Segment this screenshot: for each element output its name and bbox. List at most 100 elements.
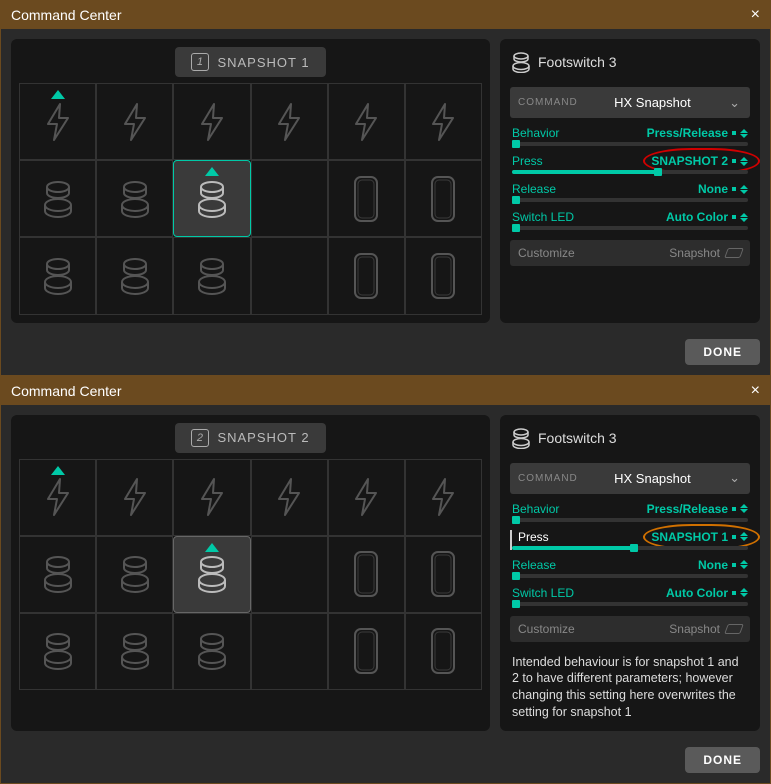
slider[interactable] — [512, 226, 748, 230]
instant-cmd-1[interactable] — [19, 83, 96, 160]
param-press[interactable]: Press SNAPSHOT 1 — [510, 530, 750, 550]
slider[interactable] — [512, 546, 748, 550]
customize-row[interactable]: Customize Snapshot — [510, 616, 750, 642]
slider[interactable] — [512, 142, 748, 146]
instant-cmd-4[interactable] — [251, 83, 328, 160]
slider[interactable] — [512, 574, 748, 578]
footswitch-7[interactable] — [19, 237, 96, 314]
footswitch-1[interactable] — [19, 536, 96, 613]
assigned-arrow-icon — [51, 90, 65, 99]
exp-pedal-1[interactable] — [328, 160, 405, 237]
eraser-icon[interactable] — [724, 624, 744, 634]
window-title: Command Center — [11, 383, 122, 399]
customize-row[interactable]: Customize Snapshot — [510, 240, 750, 266]
spinner-icon[interactable] — [740, 185, 748, 194]
exp-pedal-2[interactable] — [405, 160, 482, 237]
spinner-icon[interactable] — [740, 157, 748, 166]
instant-cmd-5[interactable] — [328, 83, 405, 160]
param-behavior[interactable]: Behavior Press/Release — [510, 126, 750, 146]
footswitch-4[interactable] — [251, 160, 328, 237]
instant-cmd-1[interactable] — [19, 459, 96, 536]
command-label: COMMAND — [510, 465, 586, 492]
slider[interactable] — [512, 198, 748, 202]
assigned-arrow-icon — [51, 466, 65, 475]
chevron-down-icon: ⌄ — [719, 95, 750, 111]
exp-pedal-2[interactable] — [405, 536, 482, 613]
param-label: Release — [512, 558, 556, 572]
exp-pedal-4[interactable] — [405, 237, 482, 314]
instant-cmd-2[interactable] — [96, 459, 173, 536]
spinner-icon[interactable] — [740, 213, 748, 222]
spinner-icon[interactable] — [740, 129, 748, 138]
param-switch-led[interactable]: Switch LED Auto Color — [510, 210, 750, 230]
panel-title: Footswitch 3 — [510, 425, 750, 455]
footswitch-3[interactable] — [173, 536, 250, 613]
footswitch-10[interactable] — [251, 613, 328, 690]
close-icon[interactable]: × — [751, 383, 760, 399]
param-label: Switch LED — [512, 586, 574, 600]
eraser-icon[interactable] — [724, 248, 744, 258]
footswitch-7[interactable] — [19, 613, 96, 690]
param-release[interactable]: Release None — [510, 182, 750, 202]
assigned-arrow-icon — [205, 543, 219, 552]
param-value: Press/Release — [647, 502, 728, 516]
instant-cmd-4[interactable] — [251, 459, 328, 536]
command-center-window: Command Center × 2 SNAPSHOT 2 — [0, 376, 771, 784]
close-icon[interactable]: × — [751, 7, 760, 23]
snapshot-selector[interactable]: 2 SNAPSHOT 2 — [175, 423, 325, 453]
exp-pedal-4[interactable] — [405, 613, 482, 690]
slider[interactable] — [512, 170, 748, 174]
command-select[interactable]: COMMAND HX Snapshot ⌄ — [510, 87, 750, 118]
footswitch-8[interactable] — [96, 613, 173, 690]
instant-cmd-2[interactable] — [96, 83, 173, 160]
footswitch-8[interactable] — [96, 237, 173, 314]
spinner-icon[interactable] — [740, 560, 748, 569]
param-value: None — [698, 182, 728, 196]
snapshot-number-icon: 2 — [191, 429, 209, 447]
footswitch-icon — [512, 427, 530, 449]
param-press[interactable]: Press SNAPSHOT 2 — [510, 154, 750, 174]
param-release[interactable]: Release None — [510, 558, 750, 578]
snapshot-selector[interactable]: 1 SNAPSHOT 1 — [175, 47, 325, 77]
param-value: SNAPSHOT 2 — [651, 154, 728, 168]
footswitch-4[interactable] — [251, 536, 328, 613]
customize-value: Snapshot — [669, 246, 720, 260]
command-label: COMMAND — [510, 89, 586, 116]
instant-cmd-3[interactable] — [173, 83, 250, 160]
spinner-icon[interactable] — [740, 532, 748, 541]
done-button[interactable]: DONE — [685, 339, 760, 365]
footswitch-3[interactable] — [173, 160, 250, 237]
customize-label: Customize — [518, 622, 575, 636]
param-value: None — [698, 558, 728, 572]
param-label: Behavior — [512, 126, 559, 140]
param-label: Switch LED — [512, 210, 574, 224]
customize-value: Snapshot — [669, 622, 720, 636]
footswitch-2[interactable] — [96, 160, 173, 237]
param-label: Release — [512, 182, 556, 196]
exp-pedal-3[interactable] — [328, 613, 405, 690]
param-switch-led[interactable]: Switch LED Auto Color — [510, 586, 750, 606]
exp-pedal-1[interactable] — [328, 536, 405, 613]
window-title: Command Center — [11, 7, 122, 23]
assigned-arrow-icon — [205, 167, 219, 176]
customize-label: Customize — [518, 246, 575, 260]
footswitch-1[interactable] — [19, 160, 96, 237]
slider[interactable] — [512, 518, 748, 522]
spinner-icon[interactable] — [740, 588, 748, 597]
instant-cmd-3[interactable] — [173, 459, 250, 536]
param-behavior[interactable]: Behavior Press/Release — [510, 502, 750, 522]
command-select[interactable]: COMMAND HX Snapshot ⌄ — [510, 463, 750, 494]
footswitch-9[interactable] — [173, 613, 250, 690]
instant-cmd-6[interactable] — [405, 459, 482, 536]
exp-pedal-3[interactable] — [328, 237, 405, 314]
param-value: SNAPSHOT 1 — [651, 530, 728, 544]
footswitch-10[interactable] — [251, 237, 328, 314]
footswitch-9[interactable] — [173, 237, 250, 314]
command-value: HX Snapshot — [586, 463, 719, 494]
done-button[interactable]: DONE — [685, 747, 760, 773]
slider[interactable] — [512, 602, 748, 606]
footswitch-2[interactable] — [96, 536, 173, 613]
instant-cmd-6[interactable] — [405, 83, 482, 160]
instant-cmd-5[interactable] — [328, 459, 405, 536]
spinner-icon[interactable] — [740, 504, 748, 513]
